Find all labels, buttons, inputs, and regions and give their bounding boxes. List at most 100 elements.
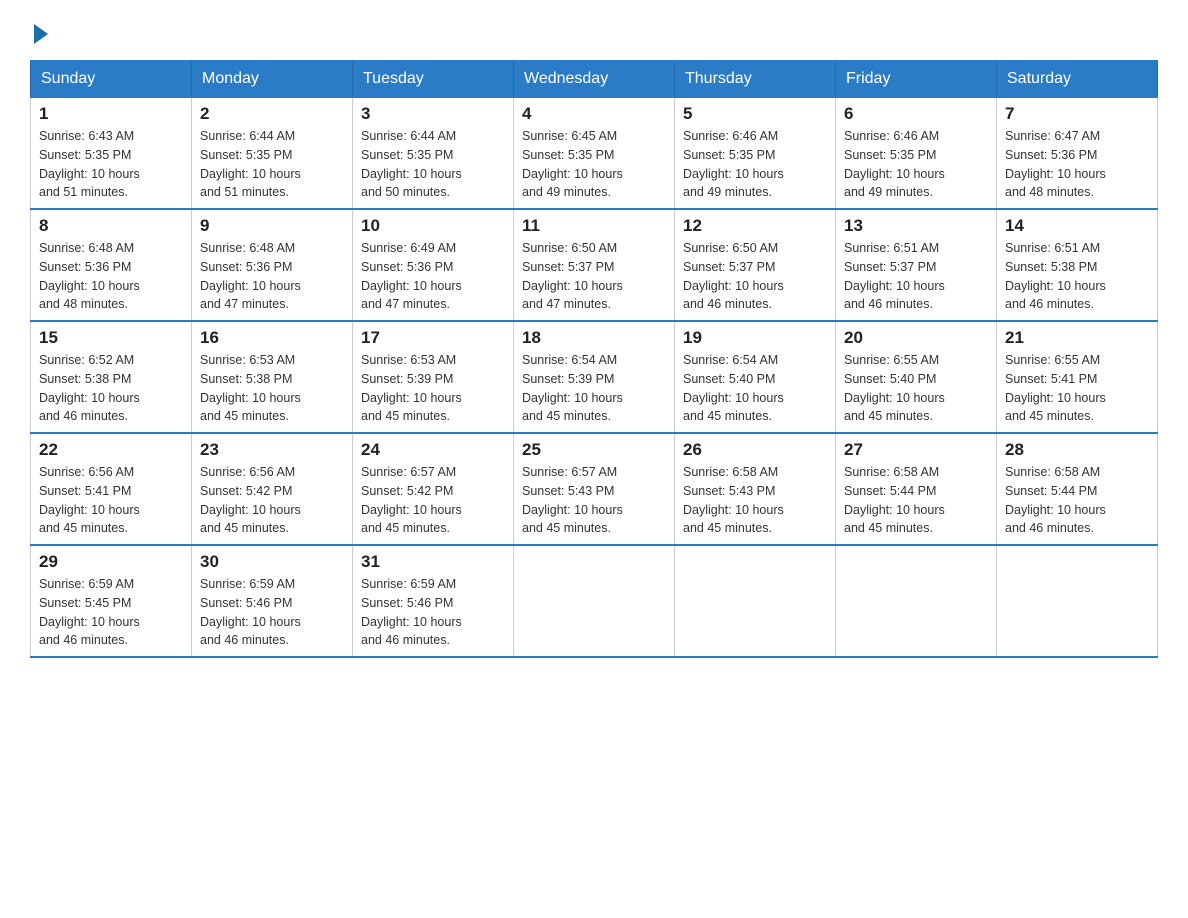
- day-info: Sunrise: 6:55 AMSunset: 5:40 PMDaylight:…: [844, 351, 988, 426]
- calendar-cell: 17 Sunrise: 6:53 AMSunset: 5:39 PMDayligh…: [353, 321, 514, 433]
- calendar-cell: 1 Sunrise: 6:43 AMSunset: 5:35 PMDaylight…: [31, 97, 192, 209]
- day-info: Sunrise: 6:58 AMSunset: 5:44 PMDaylight:…: [844, 463, 988, 538]
- day-info: Sunrise: 6:45 AMSunset: 5:35 PMDaylight:…: [522, 127, 666, 202]
- calendar-cell: 10Sunrise: 6:49 AMSunset: 5:36 PMDayligh…: [353, 209, 514, 321]
- calendar-cell: 27 Sunrise: 6:58 AMSunset: 5:44 PMDayligh…: [836, 433, 997, 545]
- calendar-cell: 15 Sunrise: 6:52 AMSunset: 5:38 PMDayligh…: [31, 321, 192, 433]
- calendar-header-saturday: Saturday: [997, 61, 1158, 97]
- day-number: 2: [200, 104, 344, 124]
- day-number: 14: [1005, 216, 1149, 236]
- calendar-cell: [514, 545, 675, 657]
- calendar-cell: 11 Sunrise: 6:50 AMSunset: 5:37 PMDayligh…: [514, 209, 675, 321]
- day-info: Sunrise: 6:59 AMSunset: 5:46 PMDaylight:…: [361, 575, 505, 650]
- day-info: Sunrise: 6:52 AMSunset: 5:38 PMDaylight:…: [39, 351, 183, 426]
- calendar-cell: 25Sunrise: 6:57 AMSunset: 5:43 PMDayligh…: [514, 433, 675, 545]
- day-number: 20: [844, 328, 988, 348]
- day-info: Sunrise: 6:50 AMSunset: 5:37 PMDaylight:…: [683, 239, 827, 314]
- calendar-cell: [997, 545, 1158, 657]
- day-info: Sunrise: 6:54 AMSunset: 5:39 PMDaylight:…: [522, 351, 666, 426]
- day-info: Sunrise: 6:56 AMSunset: 5:42 PMDaylight:…: [200, 463, 344, 538]
- calendar-cell: 19 Sunrise: 6:54 AMSunset: 5:40 PMDayligh…: [675, 321, 836, 433]
- calendar-header-sunday: Sunday: [31, 61, 192, 97]
- day-number: 26: [683, 440, 827, 460]
- calendar-cell: 21 Sunrise: 6:55 AMSunset: 5:41 PMDayligh…: [997, 321, 1158, 433]
- day-number: 12: [683, 216, 827, 236]
- calendar-cell: 7 Sunrise: 6:47 AMSunset: 5:36 PMDaylight…: [997, 97, 1158, 209]
- calendar-cell: 14 Sunrise: 6:51 AMSunset: 5:38 PMDayligh…: [997, 209, 1158, 321]
- day-info: Sunrise: 6:55 AMSunset: 5:41 PMDaylight:…: [1005, 351, 1149, 426]
- day-info: Sunrise: 6:56 AMSunset: 5:41 PMDaylight:…: [39, 463, 183, 538]
- calendar-cell: 13Sunrise: 6:51 AMSunset: 5:37 PMDayligh…: [836, 209, 997, 321]
- calendar-header-wednesday: Wednesday: [514, 61, 675, 97]
- day-info: Sunrise: 6:51 AMSunset: 5:38 PMDaylight:…: [1005, 239, 1149, 314]
- calendar-cell: 5 Sunrise: 6:46 AMSunset: 5:35 PMDaylight…: [675, 97, 836, 209]
- day-number: 11: [522, 216, 666, 236]
- calendar-cell: 30 Sunrise: 6:59 AMSunset: 5:46 PMDayligh…: [192, 545, 353, 657]
- calendar-header-friday: Friday: [836, 61, 997, 97]
- logo: [30, 20, 48, 44]
- day-info: Sunrise: 6:48 AMSunset: 5:36 PMDaylight:…: [39, 239, 183, 314]
- day-number: 22: [39, 440, 183, 460]
- day-number: 24: [361, 440, 505, 460]
- day-number: 25: [522, 440, 666, 460]
- day-info: Sunrise: 6:53 AMSunset: 5:39 PMDaylight:…: [361, 351, 505, 426]
- day-number: 10: [361, 216, 505, 236]
- day-number: 5: [683, 104, 827, 124]
- day-number: 3: [361, 104, 505, 124]
- calendar-cell: [675, 545, 836, 657]
- day-info: Sunrise: 6:59 AMSunset: 5:46 PMDaylight:…: [200, 575, 344, 650]
- calendar-cell: 4 Sunrise: 6:45 AMSunset: 5:35 PMDaylight…: [514, 97, 675, 209]
- calendar-table: SundayMondayTuesdayWednesdayThursdayFrid…: [30, 60, 1158, 658]
- day-number: 1: [39, 104, 183, 124]
- calendar-cell: 6Sunrise: 6:46 AMSunset: 5:35 PMDaylight…: [836, 97, 997, 209]
- calendar-header-monday: Monday: [192, 61, 353, 97]
- calendar-cell: 2 Sunrise: 6:44 AMSunset: 5:35 PMDaylight…: [192, 97, 353, 209]
- day-number: 13: [844, 216, 988, 236]
- day-info: Sunrise: 6:47 AMSunset: 5:36 PMDaylight:…: [1005, 127, 1149, 202]
- day-number: 8: [39, 216, 183, 236]
- day-number: 7: [1005, 104, 1149, 124]
- calendar-cell: 9 Sunrise: 6:48 AMSunset: 5:36 PMDaylight…: [192, 209, 353, 321]
- day-info: Sunrise: 6:44 AMSunset: 5:35 PMDaylight:…: [200, 127, 344, 202]
- day-info: Sunrise: 6:48 AMSunset: 5:36 PMDaylight:…: [200, 239, 344, 314]
- day-info: Sunrise: 6:58 AMSunset: 5:43 PMDaylight:…: [683, 463, 827, 538]
- calendar-cell: 12 Sunrise: 6:50 AMSunset: 5:37 PMDayligh…: [675, 209, 836, 321]
- day-number: 29: [39, 552, 183, 572]
- day-number: 15: [39, 328, 183, 348]
- day-info: Sunrise: 6:50 AMSunset: 5:37 PMDaylight:…: [522, 239, 666, 314]
- calendar-cell: 24 Sunrise: 6:57 AMSunset: 5:42 PMDayligh…: [353, 433, 514, 545]
- day-info: Sunrise: 6:54 AMSunset: 5:40 PMDaylight:…: [683, 351, 827, 426]
- day-number: 27: [844, 440, 988, 460]
- day-number: 19: [683, 328, 827, 348]
- calendar-header-thursday: Thursday: [675, 61, 836, 97]
- day-number: 4: [522, 104, 666, 124]
- logo-arrow-icon: [34, 24, 48, 44]
- calendar-cell: 31Sunrise: 6:59 AMSunset: 5:46 PMDayligh…: [353, 545, 514, 657]
- calendar-cell: 23 Sunrise: 6:56 AMSunset: 5:42 PMDayligh…: [192, 433, 353, 545]
- day-info: Sunrise: 6:53 AMSunset: 5:38 PMDaylight:…: [200, 351, 344, 426]
- calendar-cell: 26 Sunrise: 6:58 AMSunset: 5:43 PMDayligh…: [675, 433, 836, 545]
- day-number: 23: [200, 440, 344, 460]
- day-info: Sunrise: 6:43 AMSunset: 5:35 PMDaylight:…: [39, 127, 183, 202]
- day-number: 9: [200, 216, 344, 236]
- day-info: Sunrise: 6:46 AMSunset: 5:35 PMDaylight:…: [683, 127, 827, 202]
- day-number: 6: [844, 104, 988, 124]
- day-number: 28: [1005, 440, 1149, 460]
- day-number: 16: [200, 328, 344, 348]
- calendar-header-tuesday: Tuesday: [353, 61, 514, 97]
- calendar-cell: 18Sunrise: 6:54 AMSunset: 5:39 PMDayligh…: [514, 321, 675, 433]
- calendar-cell: 8 Sunrise: 6:48 AMSunset: 5:36 PMDaylight…: [31, 209, 192, 321]
- day-info: Sunrise: 6:59 AMSunset: 5:45 PMDaylight:…: [39, 575, 183, 650]
- day-info: Sunrise: 6:57 AMSunset: 5:42 PMDaylight:…: [361, 463, 505, 538]
- day-number: 30: [200, 552, 344, 572]
- calendar-cell: 28Sunrise: 6:58 AMSunset: 5:44 PMDayligh…: [997, 433, 1158, 545]
- day-info: Sunrise: 6:44 AMSunset: 5:35 PMDaylight:…: [361, 127, 505, 202]
- calendar-cell: [836, 545, 997, 657]
- day-number: 21: [1005, 328, 1149, 348]
- calendar-cell: 20 Sunrise: 6:55 AMSunset: 5:40 PMDayligh…: [836, 321, 997, 433]
- page-header: [30, 20, 1158, 44]
- day-number: 17: [361, 328, 505, 348]
- calendar-cell: 16 Sunrise: 6:53 AMSunset: 5:38 PMDayligh…: [192, 321, 353, 433]
- calendar-cell: 3 Sunrise: 6:44 AMSunset: 5:35 PMDaylight…: [353, 97, 514, 209]
- calendar-cell: 29 Sunrise: 6:59 AMSunset: 5:45 PMDayligh…: [31, 545, 192, 657]
